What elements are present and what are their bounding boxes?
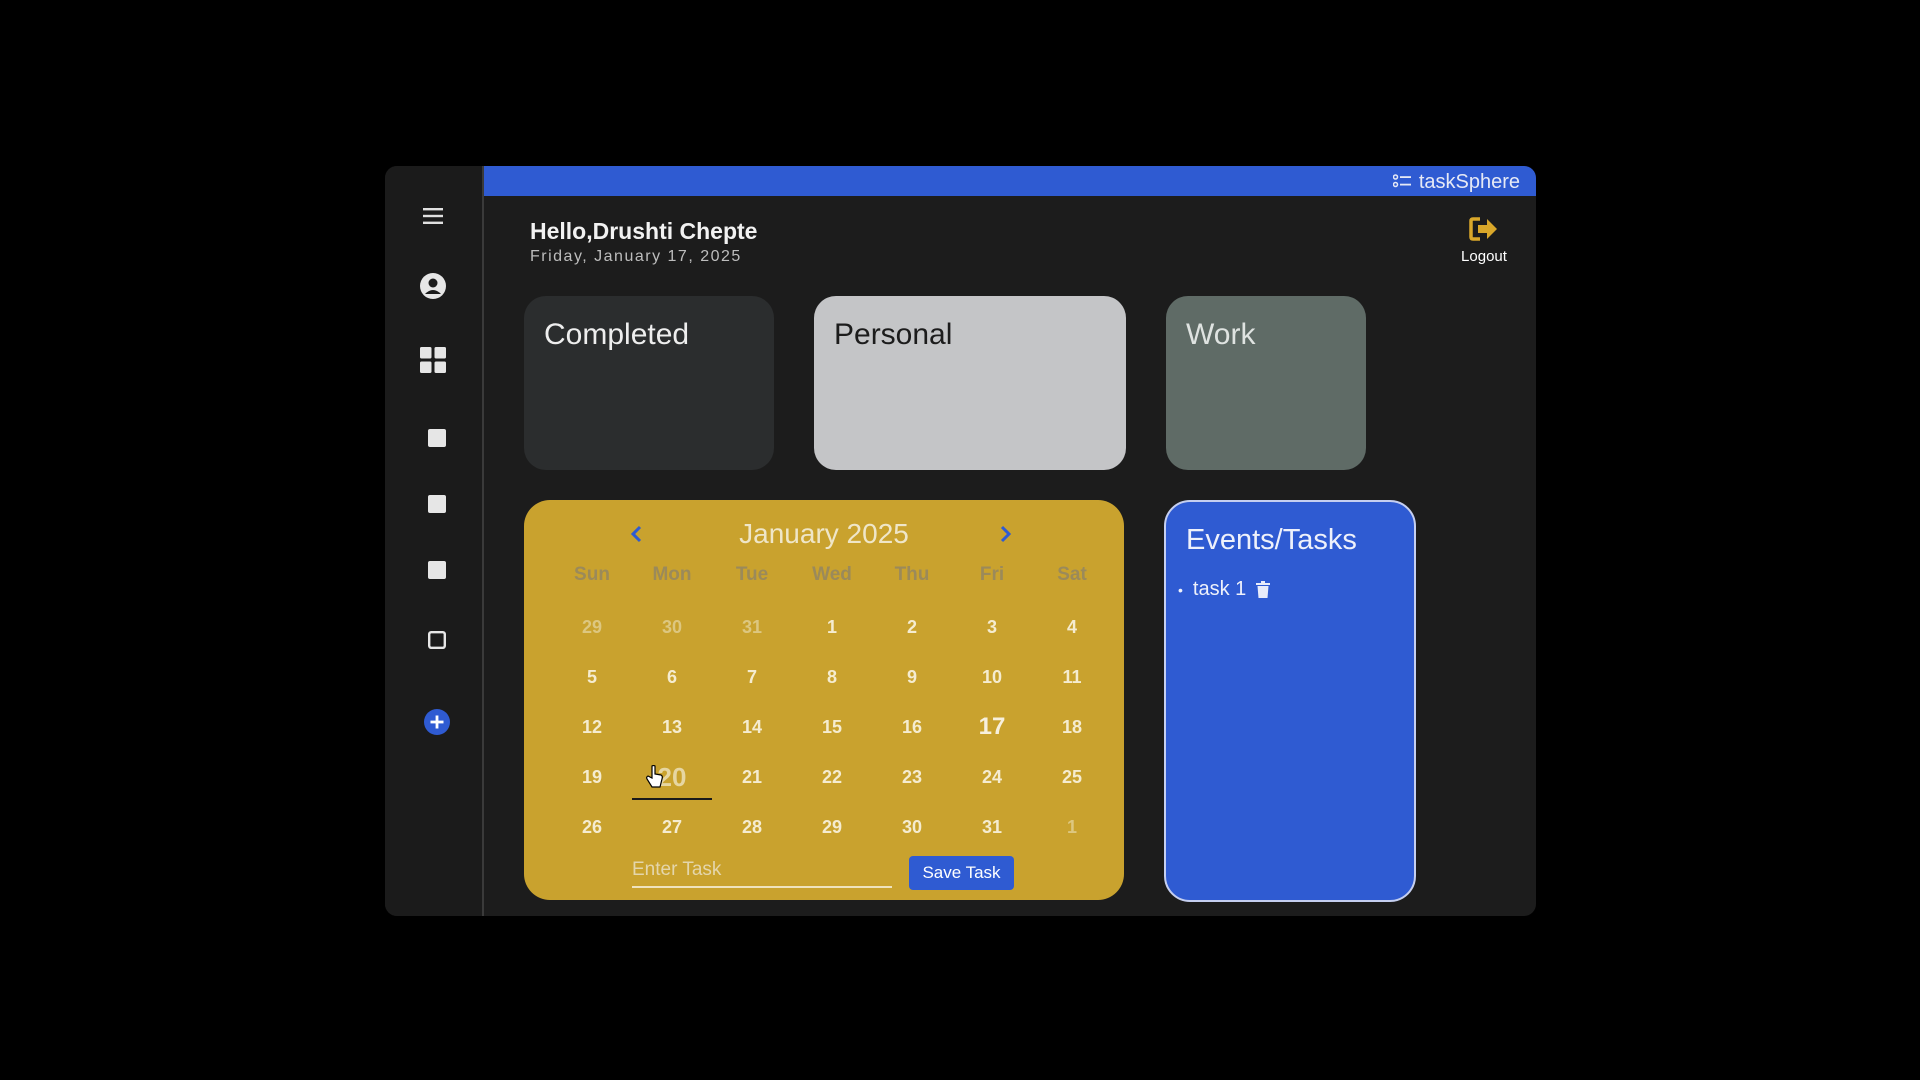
weekday-label: Thu — [894, 564, 930, 585]
card-label: Completed — [544, 318, 690, 351]
square-filled-icon[interactable] — [421, 554, 453, 586]
logout-icon — [1456, 216, 1512, 242]
events-panel: Events/Tasks • task 1 — [1164, 500, 1416, 902]
calendar-day[interactable]: 24 — [952, 752, 1032, 802]
calendar-day-selected[interactable]: 20 — [632, 752, 712, 802]
bullet-icon: • — [1178, 581, 1183, 598]
calendar-day[interactable]: 25 — [1032, 752, 1112, 802]
brand: taskSphere — [1392, 171, 1520, 194]
calendar-day[interactable]: 31 — [952, 802, 1032, 852]
chevron-right-icon — [1000, 525, 1012, 543]
calendar-day[interactable]: 19 — [552, 752, 632, 802]
work-card[interactable]: Work — [1166, 296, 1366, 470]
calendar-day[interactable]: 12 — [552, 702, 632, 752]
calendar-day[interactable]: 28 — [712, 802, 792, 852]
current-date: Friday, January 17, 2025 — [530, 248, 742, 265]
weekday-label: Sun — [574, 564, 610, 585]
calendar-day[interactable]: 14 — [712, 702, 792, 752]
calendar-day[interactable]: 13 — [632, 702, 712, 752]
app-window: taskSphere Hello,Drushti Chepte Friday, … — [385, 166, 1536, 916]
menu-icon[interactable] — [417, 200, 449, 232]
events-list: • task 1 — [1178, 578, 1271, 601]
calendar-day[interactable]: 15 — [792, 702, 872, 752]
card-label: Work — [1186, 318, 1256, 351]
weekday-label: Mon — [652, 564, 692, 585]
calendar-day[interactable]: 7 — [712, 652, 792, 702]
logout-button[interactable]: Logout — [1456, 216, 1512, 265]
task-label: task 1 — [1192, 578, 1247, 600]
save-task-button[interactable]: Save Task — [909, 856, 1014, 890]
calendar-day[interactable]: 18 — [1032, 702, 1112, 752]
calendar-day[interactable]: 1 — [1032, 802, 1112, 852]
brand-name: taskSphere — [1418, 171, 1520, 193]
calendar-day[interactable]: 5 — [552, 652, 632, 702]
task-input[interactable] — [632, 854, 892, 888]
calendar-day[interactable]: 23 — [872, 752, 952, 802]
calendar-header: January 2025 — [524, 516, 1124, 552]
events-title: Events/Tasks — [1186, 524, 1357, 556]
greeting: Hello,Drushti Chepte — [530, 218, 758, 244]
weekday-label: Fri — [979, 564, 1005, 585]
calendar-day[interactable]: 6 — [632, 652, 712, 702]
list-check-icon — [1392, 171, 1411, 194]
grid-dashboard-icon[interactable] — [417, 344, 449, 376]
calendar: January 2025 Sun Mon Tue Wed Thu Fri Sat… — [524, 500, 1124, 900]
completed-card[interactable]: Completed — [524, 296, 774, 470]
calendar-day-today[interactable]: 17 — [952, 702, 1032, 752]
calendar-day[interactable]: 4 — [1032, 602, 1112, 652]
calendar-day[interactable]: 8 — [792, 652, 872, 702]
calendar-day[interactable]: 26 — [552, 802, 632, 852]
calendar-day[interactable]: 3 — [952, 602, 1032, 652]
next-month-button[interactable] — [992, 520, 1018, 548]
calendar-day[interactable]: 22 — [792, 752, 872, 802]
square-outline-icon[interactable] — [421, 624, 453, 656]
top-bar: taskSphere — [484, 166, 1536, 196]
calendar-day[interactable]: 31 — [712, 602, 792, 652]
calendar-day[interactable]: 2 — [872, 602, 952, 652]
calendar-day[interactable]: 9 — [872, 652, 952, 702]
add-circle-icon[interactable] — [421, 706, 453, 738]
list-item: • task 1 — [1178, 578, 1271, 601]
calendar-day[interactable]: 27 — [632, 802, 712, 852]
calendar-day[interactable]: 21 — [712, 752, 792, 802]
user-circle-icon[interactable] — [417, 270, 449, 302]
personal-card[interactable]: Personal — [814, 296, 1126, 470]
calendar-grid: 29 30 31 1 2 3 4 5 6 7 8 9 10 11 12 13 1… — [552, 602, 1112, 852]
weekday-label: Tue — [735, 564, 769, 585]
calendar-title: January 2025 — [739, 518, 909, 549]
calendar-day[interactable]: 30 — [872, 802, 952, 852]
card-label: Personal — [834, 318, 953, 351]
calendar-day[interactable]: 29 — [792, 802, 872, 852]
calendar-day[interactable]: 16 — [872, 702, 952, 752]
calendar-day[interactable]: 1 — [792, 602, 872, 652]
logout-label: Logout — [1461, 248, 1507, 265]
square-filled-icon[interactable] — [421, 488, 453, 520]
weekday-label: Wed — [812, 564, 852, 585]
calendar-day[interactable]: 29 — [552, 602, 632, 652]
trash-icon[interactable] — [1256, 581, 1271, 598]
square-filled-icon[interactable] — [421, 422, 453, 454]
weekday-label: Sat — [1057, 564, 1087, 585]
calendar-day[interactable]: 10 — [952, 652, 1032, 702]
weekday-header: Sun Mon Tue Wed Thu Fri Sat — [552, 564, 1112, 586]
calendar-day[interactable]: 11 — [1032, 652, 1112, 702]
calendar-day[interactable]: 30 — [632, 602, 712, 652]
sidebar — [385, 166, 484, 916]
